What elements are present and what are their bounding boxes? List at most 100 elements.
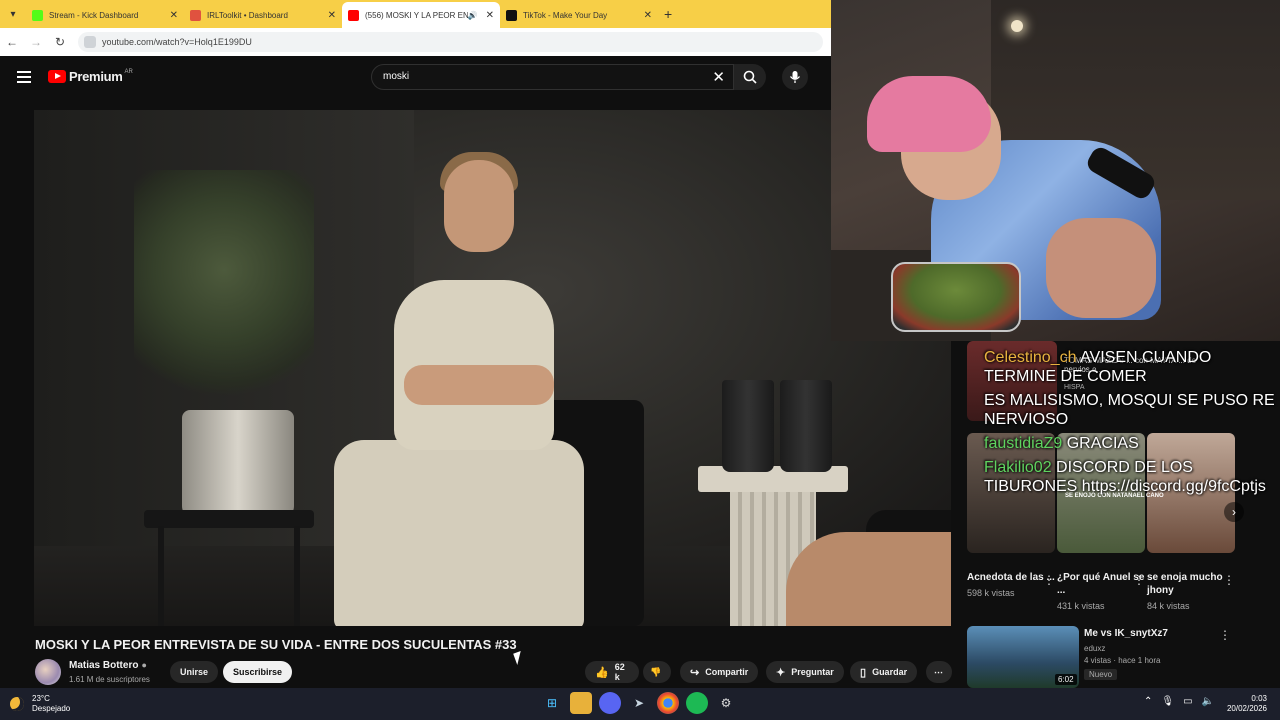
network-icon[interactable]: ▭	[1183, 696, 1192, 707]
reload-icon[interactable]: ↻	[48, 35, 72, 49]
search-input[interactable]: moski ✕	[371, 64, 734, 90]
youtube-play-icon	[48, 70, 66, 83]
recommended-video-meta: 4 vistas · hace 1 hora	[1084, 656, 1161, 665]
chat-message: Celestino_ch AVISEN CUANDO TERMINE DE CO…	[984, 348, 1280, 386]
tiktok-favicon-icon	[506, 9, 517, 21]
tab-kick-dashboard[interactable]: Stream - Kick Dashboard ✕	[26, 2, 184, 28]
channel-name[interactable]: Matias Bottero ●	[69, 660, 147, 671]
channel-avatar[interactable]	[35, 659, 61, 685]
new-tab-icon[interactable]: +	[664, 6, 672, 22]
moon-icon	[10, 697, 24, 711]
subscriber-count: 1.61 M de suscriptores	[69, 675, 150, 684]
join-button[interactable]: Unirse	[170, 661, 219, 683]
cup-image	[780, 380, 832, 472]
youtube-premium-logo[interactable]: Premium AR	[48, 69, 133, 84]
save-label: Guardar	[872, 667, 908, 677]
temperature: 23°C	[32, 694, 50, 703]
chat-message: ES MALISISMO, MOSQUI SE PUSO RE NERVIOSO	[984, 391, 1280, 429]
recommended-video-title[interactable]: Me vs IK_snytXz7	[1084, 628, 1168, 639]
share-button[interactable]: ↪ Compartir	[680, 661, 759, 683]
youtube-header: Premium AR moski ✕	[0, 56, 831, 98]
volume-icon[interactable]: 🔈	[1202, 696, 1214, 707]
chat-username: faustidiaZ9	[984, 435, 1063, 452]
video-title: MOSKI Y LA PEOR ENTREVISTA DE SU VIDA - …	[35, 637, 517, 652]
chevron-up-icon[interactable]: ⌃	[1144, 696, 1152, 707]
tab-title: Stream - Kick Dashboard	[49, 10, 139, 20]
share-label: Compartir	[705, 667, 749, 677]
back-icon[interactable]: ←	[0, 35, 24, 49]
windows-start-icon[interactable]: ⊞	[541, 692, 563, 714]
more-options-icon[interactable]: ⋮	[1219, 628, 1231, 642]
more-options-icon[interactable]: ⋮	[1133, 573, 1145, 587]
streamer-webcam	[831, 0, 1280, 341]
chat-text: GRACIAS	[1066, 435, 1139, 452]
verified-icon: ●	[141, 660, 147, 670]
video-player[interactable]	[34, 110, 951, 626]
menu-icon[interactable]	[17, 71, 31, 86]
tab-tiktok[interactable]: TikTok - Make Your Day ✕	[500, 2, 658, 28]
speaker-icon[interactable]: 🔊	[468, 11, 478, 20]
dislike-button[interactable]: 👎	[643, 661, 671, 683]
tab-youtube-video[interactable]: (556) MOSKI Y LA PEOR EN 🔊 ✕	[342, 2, 500, 28]
spotify-icon[interactable]	[686, 692, 708, 714]
close-tab-icon[interactable]: ✕	[170, 10, 178, 21]
voice-search-button[interactable]	[782, 64, 808, 90]
short-title[interactable]: ¿Por qué Anuel se ...	[1057, 571, 1145, 597]
country-code: AR	[124, 68, 133, 75]
discord-icon[interactable]	[599, 692, 621, 714]
settings-gear-icon[interactable]: ⚙	[715, 692, 737, 714]
clock-date: 20/02/2026	[1226, 704, 1267, 713]
system-clock[interactable]: 0:03 20/02/2026	[1223, 694, 1267, 714]
steam-icon[interactable]: ➤	[628, 692, 650, 714]
windows-taskbar: 23°C Despejado ⊞ ➤ ⚙ ⌃ 🎙 ▭ 🔈 0:03 20/02/…	[0, 688, 1280, 720]
ask-button[interactable]: ✦ Preguntar	[766, 661, 844, 683]
thumbs-up-icon: 👍	[595, 666, 609, 679]
short-title[interactable]: Acnedota de las ...	[967, 571, 1055, 584]
taskbar-apps: ⊞ ➤ ⚙	[541, 692, 744, 714]
chevron-right-icon[interactable]: ›	[1224, 502, 1244, 522]
save-button[interactable]: ▯ Guardar	[850, 661, 918, 683]
kick-favicon-icon	[32, 9, 43, 21]
video-duration: 6:02	[1055, 674, 1077, 685]
more-actions-button[interactable]: ⋯	[926, 661, 952, 683]
tab-search-icon[interactable]: ▾	[0, 0, 26, 28]
new-badge: Nuevo	[1084, 669, 1118, 680]
recommended-video-card[interactable]: 6:02 Me vs IK_snytXz7 eduxz 4 vistas · h…	[967, 626, 1247, 688]
sparkle-icon: ✦	[776, 666, 786, 679]
short-title[interactable]: se enoja mucho jhony	[1147, 571, 1235, 597]
thumbs-down-icon: 👎	[650, 666, 662, 677]
plant-image	[134, 170, 314, 420]
search-button[interactable]	[734, 64, 766, 90]
logo-text: Premium	[69, 69, 123, 84]
system-tray: ⌃ 🎙 ▭ 🔈	[1144, 696, 1223, 707]
chrome-icon[interactable]	[657, 692, 679, 714]
microphone-icon[interactable]: 🎙	[1161, 696, 1174, 707]
file-explorer-icon[interactable]	[570, 692, 592, 714]
clock-time: 0:03	[1251, 694, 1267, 703]
share-icon: ↪	[690, 666, 700, 679]
site-info-icon[interactable]	[84, 36, 96, 48]
more-options-icon[interactable]: ⋮	[1223, 573, 1235, 587]
clear-search-icon[interactable]: ✕	[712, 68, 725, 86]
weather-widget[interactable]: 23°C Despejado	[10, 694, 70, 714]
side-table-image	[144, 510, 314, 626]
forward-icon[interactable]: →	[24, 35, 48, 49]
like-button[interactable]: 👍 62 k	[585, 661, 639, 683]
url-text: youtube.com/watch?v=Holq1E199DU	[102, 37, 252, 47]
chat-message: Flakilio02 DISCORD DE LOS TIBURONES http…	[984, 458, 1280, 496]
channel-name-text: Matias Bottero	[69, 660, 139, 671]
chat-text: ES MALISISMO, MOSQUI SE PUSO RE NERVIOSO	[984, 392, 1275, 428]
url-field[interactable]: youtube.com/watch?v=Holq1E199DU	[78, 32, 823, 52]
chat-message: faustidiaZ9 GRACIAS	[984, 434, 1280, 453]
microphone-icon	[789, 71, 801, 83]
close-tab-icon[interactable]: ✕	[486, 10, 494, 21]
tab-title: TikTok - Make Your Day	[523, 10, 608, 20]
tab-irltoolkit[interactable]: IRLToolkit • Dashboard ✕	[184, 2, 342, 28]
close-tab-icon[interactable]: ✕	[644, 10, 652, 21]
ask-label: Preguntar	[791, 667, 834, 677]
recommended-video-channel[interactable]: eduxz	[1084, 644, 1105, 653]
more-horizontal-icon: ⋯	[934, 666, 943, 677]
more-options-icon[interactable]: ⋮	[1043, 573, 1055, 587]
close-tab-icon[interactable]: ✕	[328, 10, 336, 21]
subscribe-button[interactable]: Suscribirse	[223, 661, 293, 683]
